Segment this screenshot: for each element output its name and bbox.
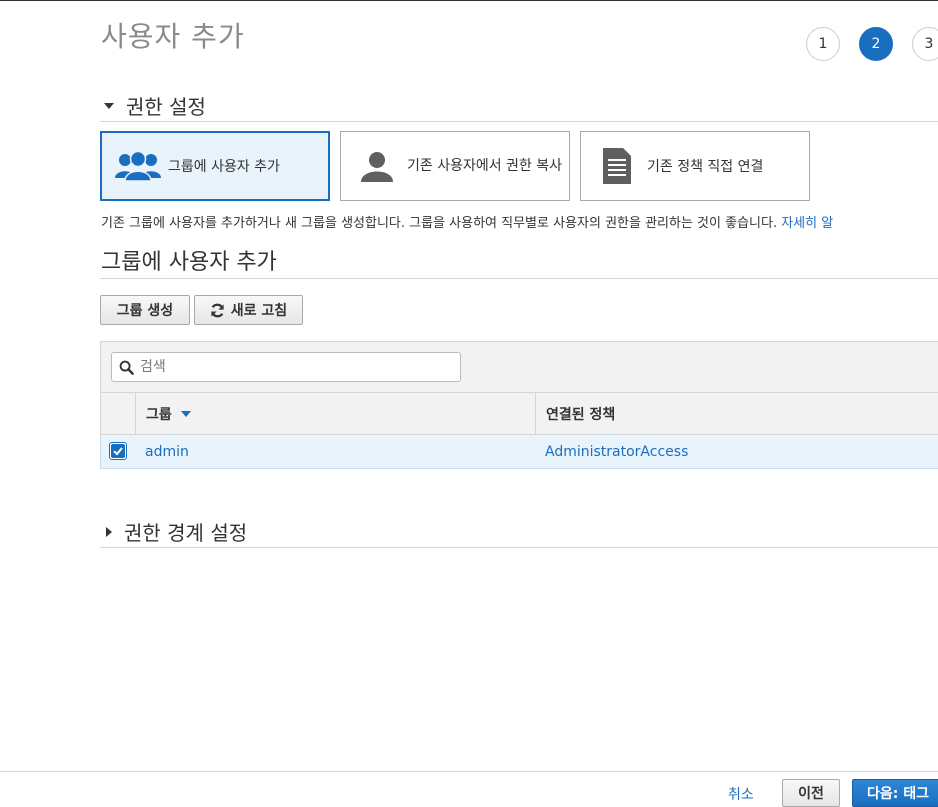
column-label: 그룹 <box>146 407 172 423</box>
user-icon <box>353 150 401 182</box>
row-checkbox[interactable] <box>109 442 127 460</box>
table-header <box>100 393 938 435</box>
option-label: 기존 사용자에서 권한 복사 <box>407 157 563 174</box>
page-title: 사용자 추가 <box>101 20 245 53</box>
search-input[interactable] <box>138 358 442 376</box>
refresh-label: 새로 고침 <box>230 303 288 319</box>
users-group-icon <box>114 151 162 181</box>
step-1[interactable]: 1 <box>806 27 840 61</box>
permissions-section-toggle[interactable]: 권한 설정 <box>101 91 206 120</box>
column-divider <box>535 393 536 435</box>
refresh-button[interactable]: 새로 고침 <box>194 295 303 325</box>
search-box[interactable] <box>111 352 461 382</box>
step-2[interactable]: 2 <box>859 27 893 61</box>
option-label: 그룹에 사용자 추가 <box>168 159 280 175</box>
caret-right-icon <box>106 526 112 537</box>
option-add-to-group[interactable]: 그룹에 사용자 추가 <box>100 131 330 201</box>
boundary-section-toggle[interactable]: 권한 경계 설정 <box>101 517 247 546</box>
description-text: 기존 그룹에 사용자를 추가하거나 새 그룹을 생성합니다. 그룹을 사용하여 … <box>101 216 778 231</box>
column-divider <box>135 393 136 435</box>
policy-link[interactable]: AdministratorAccess <box>545 435 688 469</box>
option-attach-policy[interactable]: 기존 정책 직접 연결 <box>580 131 810 201</box>
document-icon <box>593 148 641 184</box>
groups-heading: 그룹에 사용자 추가 <box>101 250 277 275</box>
divider <box>100 278 938 279</box>
search-icon <box>119 360 134 375</box>
divider <box>100 547 938 548</box>
option-copy-permissions[interactable]: 기존 사용자에서 권한 복사 <box>340 131 570 201</box>
checkmark-icon <box>111 444 125 458</box>
sort-desc-icon <box>180 411 191 417</box>
table-row[interactable] <box>100 435 938 469</box>
boundary-heading: 권한 경계 설정 <box>124 521 248 545</box>
refresh-icon <box>210 303 225 318</box>
step-3[interactable]: 3 <box>912 27 938 61</box>
create-group-button[interactable]: 그룹 생성 <box>100 295 190 325</box>
column-header-policy[interactable]: 연결된 정책 <box>546 393 615 435</box>
cancel-link[interactable]: 취소 <box>728 784 754 804</box>
column-header-group[interactable]: 그룹 <box>146 393 191 435</box>
caret-down-icon <box>104 102 114 109</box>
permissions-description: 기존 그룹에 사용자를 추가하거나 새 그룹을 생성합니다. 그룹을 사용하여 … <box>101 212 833 231</box>
divider <box>100 121 938 122</box>
learn-more-link[interactable]: 자세히 알 <box>781 216 833 231</box>
group-name-link[interactable]: admin <box>145 435 189 469</box>
footer-divider <box>0 771 938 772</box>
option-label: 기존 정책 직접 연결 <box>647 159 764 175</box>
permissions-heading: 권한 설정 <box>126 95 206 119</box>
